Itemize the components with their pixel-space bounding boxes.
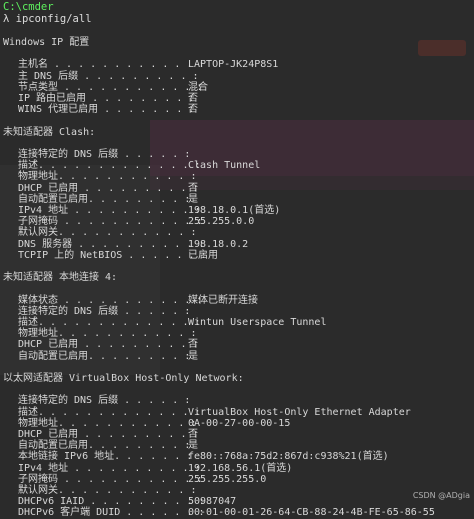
config-key: 节点类型 . . . . . . . . . . . : xyxy=(18,81,203,93)
config-key: TCPIP 上的 NetBIOS . . . . . . : xyxy=(18,249,207,261)
config-key: 默认网关. . . . . . . . . . . : xyxy=(18,227,197,239)
config-key: 物理地址. . . . . . . . . . . : xyxy=(18,417,197,429)
config-key: IPv4 地址 . . . . . . . . . . : xyxy=(18,462,201,474)
config-value: VirtualBox Host-Only Ethernet Adapter xyxy=(188,406,411,418)
config-key: DHCPv6 客户端 DUID . . . . . . : xyxy=(18,507,205,519)
config-value: 是 xyxy=(188,193,198,205)
config-key: DHCP 已启用 . . . . . . . . . : xyxy=(18,182,199,194)
config-key: 主 DNS 后缀 . . . . . . . . . : xyxy=(18,70,199,82)
terminal-window[interactable]: C:\cmder λ ipconfig/all Windows IP 配置主机名… xyxy=(0,0,474,518)
config-key: 自动配置已启用. . . . . . . . : xyxy=(18,193,191,205)
config-value: 否 xyxy=(188,339,198,351)
prompt-symbol: λ xyxy=(3,13,10,25)
config-value: LAPTOP-JK24P8S1 xyxy=(188,59,279,71)
config-value: 否 xyxy=(188,104,198,116)
config-value: 192.168.56.1(首选) xyxy=(188,462,293,474)
config-key: WINS 代理已启用 . . . . . . . : xyxy=(18,104,195,116)
config-value: Wintun Userspace Tunnel xyxy=(188,317,327,328)
config-key: 本地链接 IPv6 地址. . . . . . : xyxy=(18,451,193,463)
config-key: 主机名 . . . . . . . . . . . . : xyxy=(18,59,205,71)
config-value: 否 xyxy=(188,182,198,194)
config-key: 未知适配器 Clash: xyxy=(3,126,96,138)
config-key: Windows IP 配置 xyxy=(3,37,90,48)
config-key: 未知适配器 本地连接 4: xyxy=(3,272,118,284)
config-key: 自动配置已启用. . . . . . . . : xyxy=(18,350,191,362)
config-key: 描述. . . . . . . . . . . . . : xyxy=(18,406,201,418)
config-key: 子网掩码 . . . . . . . . . . . : xyxy=(18,473,203,485)
config-key: 连接特定的 DNS 后缀 . . . . . : xyxy=(18,395,191,407)
config-value: 是 xyxy=(188,350,198,362)
config-key: 物理地址. . . . . . . . . . . : xyxy=(18,171,197,183)
command-text: ipconfig/all xyxy=(15,13,92,25)
config-value: 混合 xyxy=(188,81,208,93)
config-value: Clash Tunnel xyxy=(188,160,261,172)
config-value: 198.18.0.2 xyxy=(188,238,249,250)
config-value: 已启用 xyxy=(188,249,218,261)
config-key: DHCP 已启用 . . . . . . . . . : xyxy=(18,339,199,351)
terminal-path: C:\cmder xyxy=(3,1,54,13)
config-value: 50987047 xyxy=(188,496,237,508)
config-key: 媒体状态 . . . . . . . . . . . : xyxy=(18,294,203,306)
watermark: CSDN @ADgia xyxy=(412,491,470,500)
config-key: 默认网关. . . . . . . . . . . : xyxy=(18,485,197,496)
config-value: fe80::768a:75d2:867d:c938%21(首选) xyxy=(188,451,389,463)
config-value: 0A-00-27-00-00-15 xyxy=(188,417,291,429)
config-key: 以太网适配器 VirtualBox Host-Only Network: xyxy=(3,373,244,384)
config-key: DNS 服务器 . . . . . . . . . . : xyxy=(18,238,205,250)
config-key: DHCPv6 IAID . . . . . . . . . : xyxy=(18,496,205,508)
config-value: 00-01-00-01-26-64-CB-88-24-4B-FE-65-86-5… xyxy=(188,507,435,519)
config-value: 255.255.0.0 xyxy=(188,216,255,228)
command-prompt[interactable]: λ ipconfig/all xyxy=(3,13,92,25)
config-value: 255.255.255.0 xyxy=(188,473,267,485)
config-key: 连接特定的 DNS 后缀 . . . . . : xyxy=(18,305,191,317)
config-value: 媒体已断开连接 xyxy=(188,294,258,306)
